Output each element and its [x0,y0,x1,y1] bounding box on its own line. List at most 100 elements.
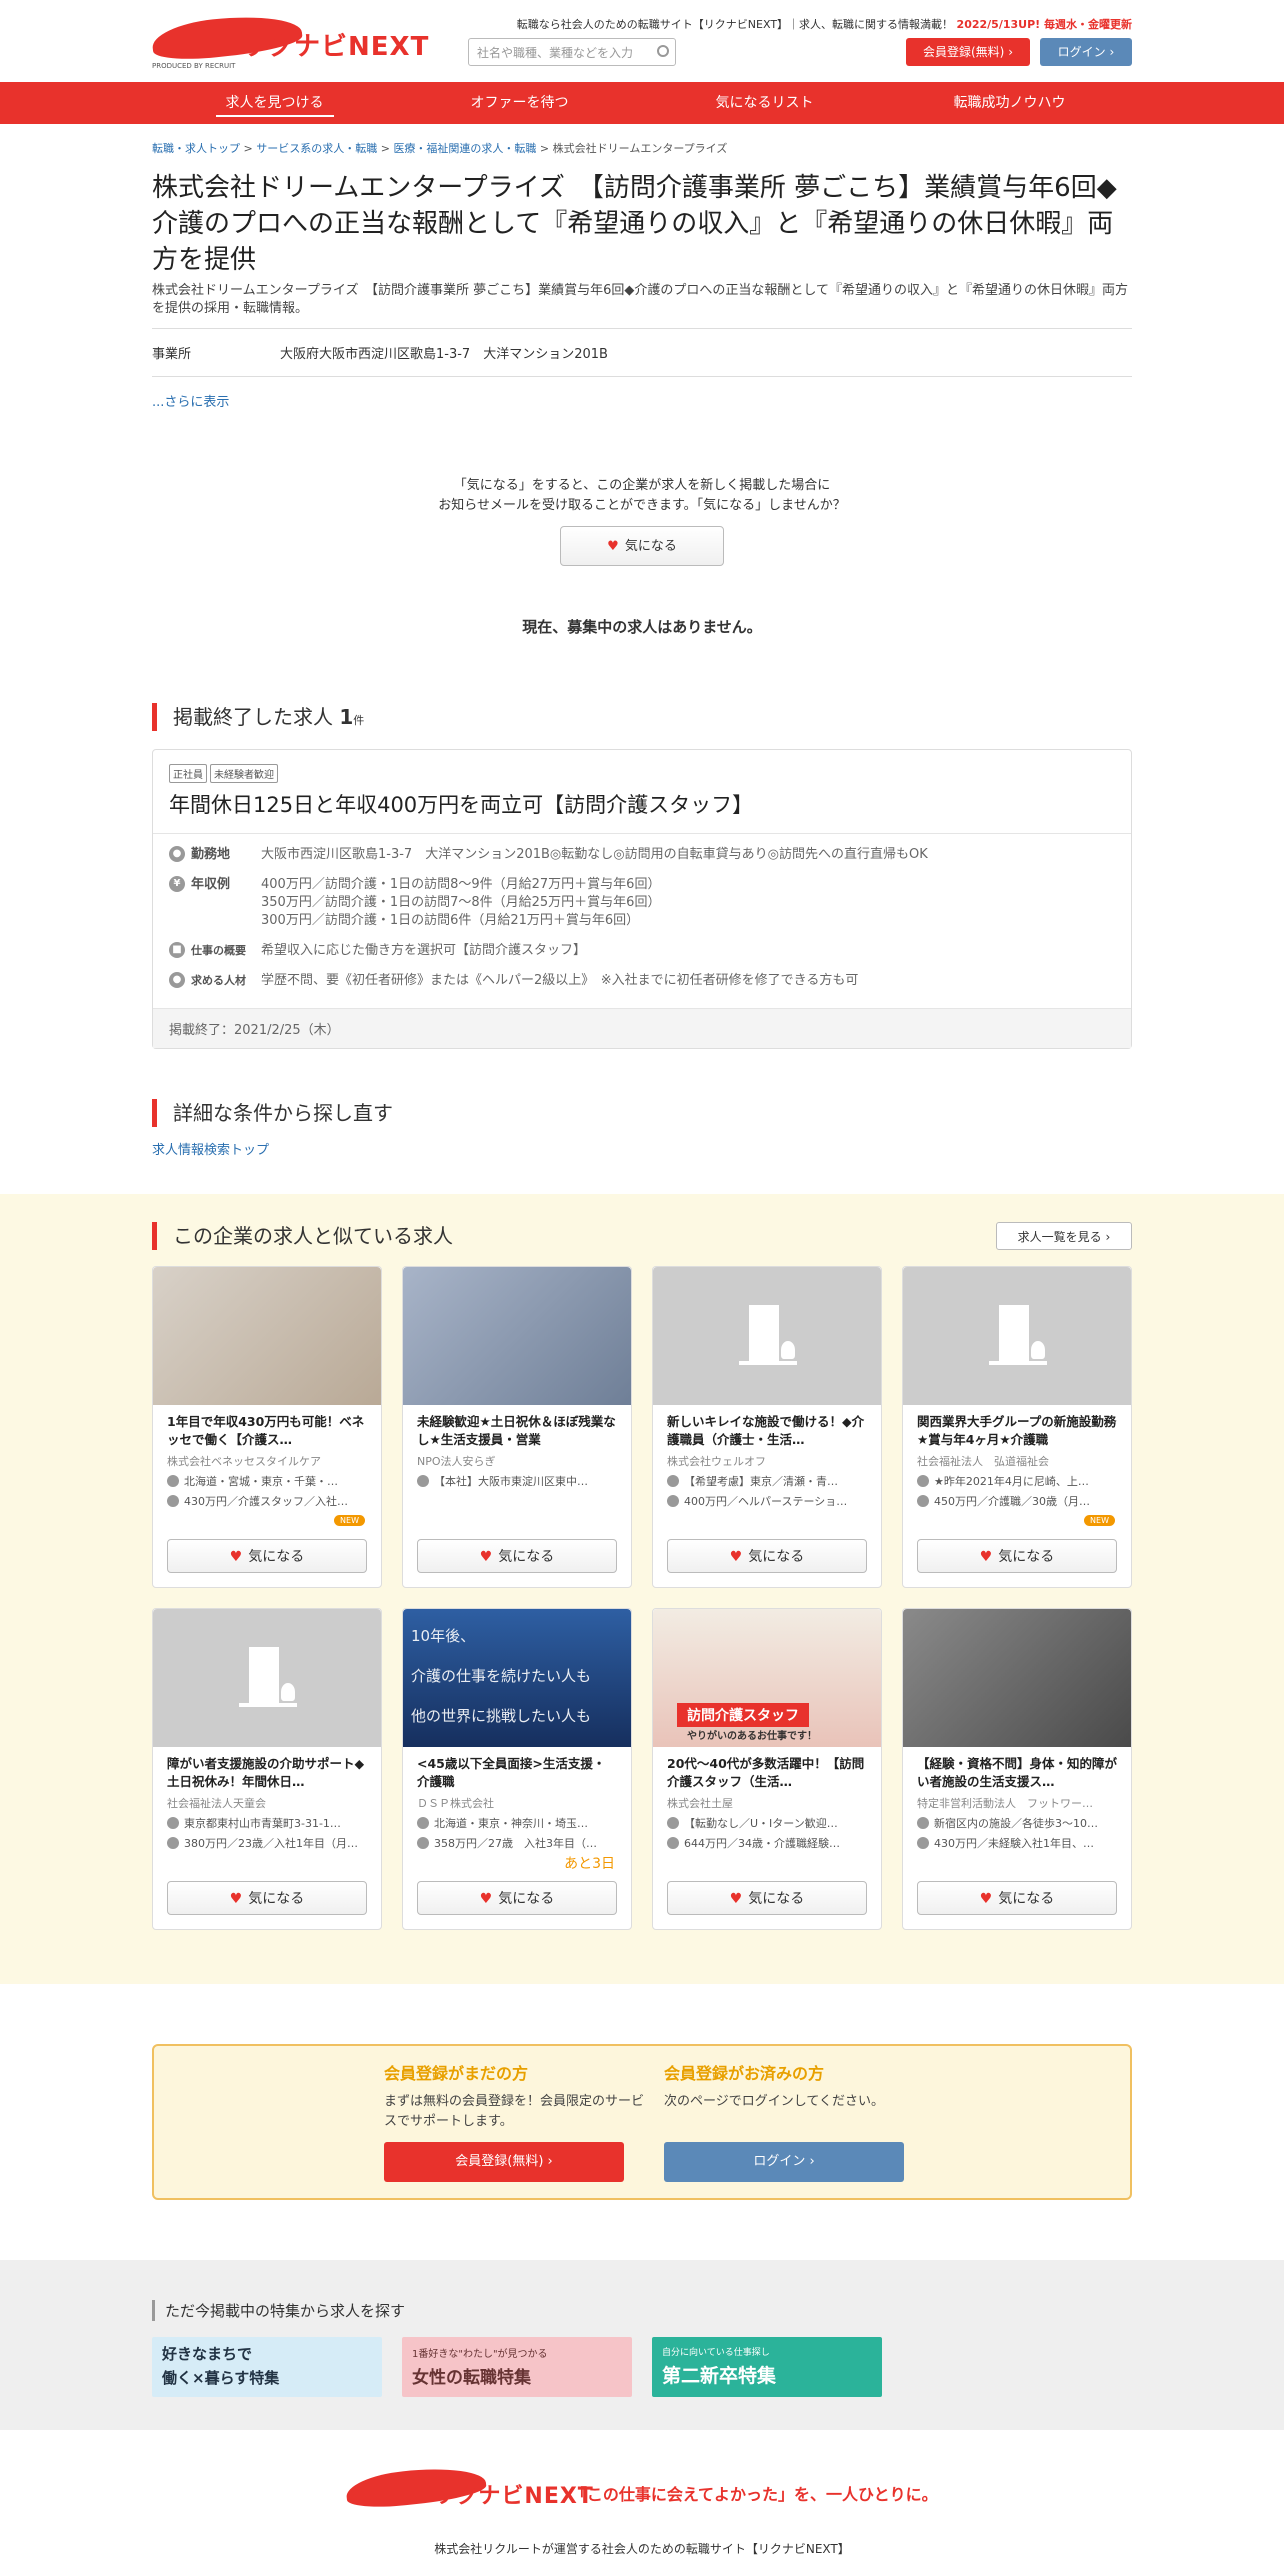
job-thumbnail[interactable] [903,1267,1131,1405]
similar-location: 東京都東村山市青葉町3-31-1… [184,1817,341,1830]
member-existing-title: 会員登録がお済みの方 [664,2064,825,2083]
similar-favorite-button[interactable]: ♥ 気になる [917,1539,1117,1573]
job-title[interactable]: 年間休日125日と年収400万円を両立可【訪問介護スタッフ】 [169,789,1115,819]
login-button[interactable]: ログイン › [1040,38,1132,66]
similar-job-title[interactable]: 新しいキレイな施設で働ける！◆介護職員（介護士・生活… [667,1413,867,1449]
similar-location: 【転勤なし／U・Iターン歓迎… [684,1817,838,1830]
search-input[interactable]: 社名や職種、業種などを入力 [468,38,676,66]
thumbnail-banner-sub: やりがいのあるお仕事です！ [687,1731,817,1742]
thumbnail-caption: 介護の仕事を続けたい人も [411,1667,592,1685]
heart-icon: ♥ [479,1891,493,1907]
member-new-col: 会員登録がまだの方 まずは無料の会員登録を！会員限定のサービスでサポートします。 [384,2060,644,2132]
similar-job-title[interactable]: 【経験・資格不問】身体・知的障がい者施設の生活支援ス… [917,1755,1117,1791]
person-icon: ● [169,972,185,988]
search-icon[interactable] [657,45,669,57]
location-pin-icon [917,1475,929,1487]
similar-favorite-button[interactable]: ♥ 気になる [167,1881,367,1915]
building-icon [239,1647,297,1707]
thumbnail-caption: 10年後、 [411,1627,476,1645]
similar-job-card[interactable]: 新しいキレイな施設で働ける！◆介護職員（介護士・生活… 株式会社ウェルオフ 【希望考… [652,1266,882,1588]
member-box: 会員登録がまだの方 まずは無料の会員登録を！会員限定のサービスでサポートします。… [152,2044,1132,2200]
similar-jobs-section: この企業の求人と似ている求人 求人一覧を見る › 1年目で年収430万円も可能！… [0,1194,1284,1984]
similar-favorite-button[interactable]: ♥ 気になる [667,1881,867,1915]
similar-job-title[interactable]: 20代～40代が多数活躍中！【訪問介護スタッフ（生活… [667,1755,867,1791]
feature-banner-women[interactable]: 1番好きな"わたし"が見つかる 女性の転職特集 [402,2337,632,2397]
breadcrumb-service[interactable]: サービス系の求人・転職 [256,142,377,155]
job-thumbnail[interactable] [153,1609,381,1747]
similar-favorite-button[interactable]: ♥ 気になる [417,1881,617,1915]
nav-find-jobs[interactable]: 求人を見つける [152,82,397,124]
similar-job-card[interactable]: 障がい者支援施設の介助サポート◆土日祝休み！年間休日… 社会福祉法人天童会東京都東… [152,1608,382,1930]
location-pin-icon [167,1475,179,1487]
job-thumbnail[interactable] [153,1267,381,1405]
new-badge: NEW [1084,1515,1115,1526]
yen-icon [167,1837,179,1849]
features-section: ただ今掲載中の特集から求人を探す 好きなまちで 働く×暮らす特集 1番好きな"わ… [0,2260,1284,2430]
similar-job-card[interactable]: 1年目で年収430万円も可能！ベネッセで働く【介護ス… 株式会社ベネッセスタイルケ… [152,1266,382,1588]
similar-salary: 358万円／27歳 入社3年目（… [434,1837,597,1850]
similar-job-card[interactable]: 関西業界大手グループの新施設勤務★賞与年4ヶ月★介護職 社会福祉法人 弘道福祉会 ★… [902,1266,1132,1588]
nav-wait-offer[interactable]: オファーを待つ [397,82,642,124]
office-label: 事業所 [152,347,192,362]
heart-icon: ♥ [607,539,619,554]
job-thumbnail[interactable] [653,1267,881,1405]
similar-job-card[interactable]: 10年後、 介護の仕事を続けたい人も 他の世界に挑戦したい人も <45歳以下全員面接>… [402,1608,632,1930]
similar-favorite-button[interactable]: ♥ 気になる [917,1881,1117,1915]
register-label: 会員登録(無料) [923,45,1005,59]
similar-job-title[interactable]: 障がい者支援施設の介助サポート◆土日祝休み！年間休日… [167,1755,367,1791]
breadcrumb-medical[interactable]: 医療・福祉関連の求人・転職 [393,142,536,155]
similar-favorite-button[interactable]: ♥ 気になる [417,1539,617,1573]
location-pin-icon [417,1475,429,1487]
similar-location: 【本社】大阪市東淀川区東中… [434,1475,588,1488]
similar-salary: 644万円／34歳・介護職経験… [684,1837,840,1850]
member-register-button[interactable]: 会員登録(無料) › [384,2142,624,2182]
search-top-link[interactable]: 求人情報検索トップ [152,1139,1132,1158]
favorite-prompt: 「気になる」をすると、この企業が求人を新しく掲載した場合に お知らせメールを受け… [152,476,1132,566]
heart-icon: ♥ [229,1891,243,1907]
header-tagline: 転職なら社会人のための転職サイト【リクナビNEXT】｜求人、転職に関する情報満載… [517,16,1132,32]
heart-icon: ♥ [229,1549,243,1565]
yen-icon [667,1837,679,1849]
salary-line: 350万円／訪問介護・1日の訪問7～8件（月給25万円＋賞与年6回） [261,895,661,910]
similar-favorite-button[interactable]: ♥ 気になる [667,1539,867,1573]
main-content: 転職・求人トップ > サービス系の求人・転職 > 医療・福祉関連の求人・転職 >… [152,140,1132,1158]
similar-job-card[interactable]: 未経験歓迎★土日祝休＆ほぼ残業なし★生活支援員・営業 NPO法人安らぎ 【本社】大阪… [402,1266,632,1588]
feature-banner-second-grad[interactable]: 自分に向いている仕事探し 第二新卒特集 [652,2337,882,2397]
similar-job-title[interactable]: <45歳以下全員面接>生活支援・介護職 [417,1755,617,1791]
building-icon [739,1305,797,1365]
favorite-button[interactable]: ♥ 気になる [560,526,724,566]
similar-job-title[interactable]: 1年目で年収430万円も可能！ベネッセで働く【介護ス… [167,1413,367,1449]
job-thumbnail[interactable] [903,1609,1131,1747]
similar-job-card[interactable]: 【経験・資格不問】身体・知的障がい者施設の生活支援ス… 特定非営利活動法人 フット… [902,1608,1132,1930]
similar-job-title[interactable]: 関西業界大手グループの新施設勤務★賞与年4ヶ月★介護職 [917,1413,1117,1449]
work-value: 希望収入に応じた働き方を選択可【訪問介護スタッフ】 [261,943,587,958]
show-more-link[interactable]: ...さらに表示 [152,391,1132,410]
yen-icon: ¥ [169,876,185,892]
deadline-badge: あと3日 [564,1856,615,1872]
similar-company: 社会福祉法人天童会 [167,1797,266,1810]
job-thumbnail[interactable]: 訪問介護スタッフ やりがいのあるお仕事です！ [653,1609,881,1747]
no-jobs-message: 現在、募集中の求人はありません。 [522,618,762,636]
member-login-button[interactable]: ログイン › [664,2142,904,2182]
breadcrumb-current: 株式会社ドリームエンタープライズ [552,142,728,155]
nav-knowhow[interactable]: 転職成功ノウハウ [887,82,1132,124]
feature-banner-town[interactable]: 好きなまちで 働く×暮らす特集 [152,2337,382,2397]
similar-favorite-button[interactable]: ♥ 気になる [167,1539,367,1573]
breadcrumb-top[interactable]: 転職・求人トップ [152,142,240,155]
site-logo[interactable]: リクナビNEXT PRODUCED BY RECRUIT [150,10,428,70]
job-list-button[interactable]: 求人一覧を見る › [996,1222,1132,1250]
job-thumbnail[interactable] [403,1267,631,1405]
heart-icon: ♥ [729,1891,743,1907]
register-button[interactable]: 会員登録(無料) › [906,38,1030,66]
job-thumbnail[interactable]: 10年後、 介護の仕事を続けたい人も 他の世界に挑戦したい人も [403,1609,631,1747]
footer-logo[interactable]: リクナビNEXT [345,2462,593,2516]
location-pin-icon [917,1817,929,1829]
nav-favorite-list[interactable]: 気になるリスト [642,82,887,124]
tag-inexperienced: 未経験者歓迎 [210,764,278,783]
similar-job-title[interactable]: 未経験歓迎★土日祝休＆ほぼ残業なし★生活支援員・営業 [417,1413,617,1449]
requirement-label: 求める人材 [191,974,246,987]
favorite-text-1: 「気になる」をすると、この企業が求人を新しく掲載した場合に [453,478,831,493]
ended-job-card[interactable]: 正社員 未経験者歓迎 年間休日125日と年収400万円を両立可【訪問介護スタッフ】… [152,749,1132,1049]
similar-job-card[interactable]: 訪問介護スタッフ やりがいのあるお仕事です！ 20代～40代が多数活躍中！【訪問介護… [652,1608,882,1930]
similar-salary: 380万円／23歳／入社1年目（月… [184,1837,358,1850]
